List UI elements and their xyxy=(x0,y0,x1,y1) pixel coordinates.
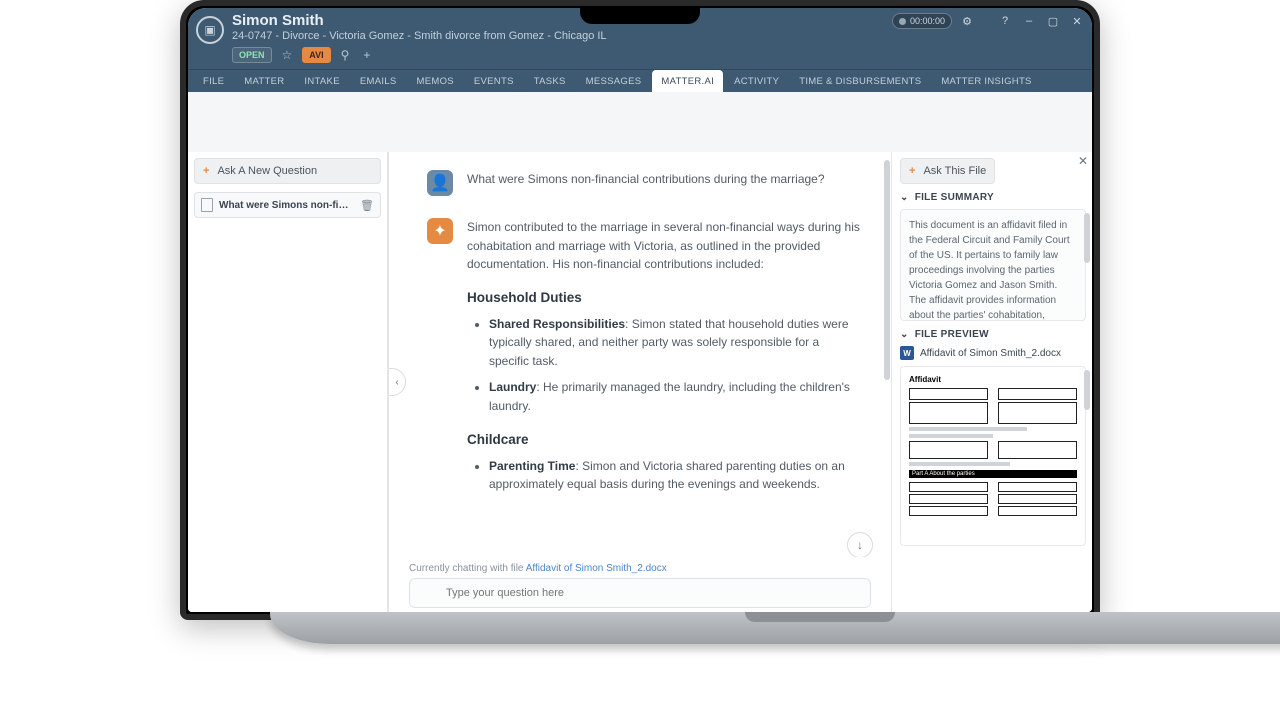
document-icon xyxy=(201,198,213,212)
tab-time-disbursements[interactable]: TIME & DISBURSEMENTS xyxy=(790,70,930,92)
ai-message: Simon contributed to the marriage in sev… xyxy=(467,218,861,502)
tab-matter-ai[interactable]: MATTER.AI xyxy=(652,70,723,92)
file-summary-text: This document is an affidavit filed in t… xyxy=(900,209,1086,321)
scroll-to-bottom-button[interactable]: ↓ xyxy=(847,532,873,558)
matter-subtitle: 24-0747 - Divorce - Victoria Gomez - Smi… xyxy=(232,30,1084,42)
help-icon[interactable]: ? xyxy=(996,12,1014,30)
chat-panel: ‹ 👤 What were Simons non-financial contr… xyxy=(388,152,892,612)
matter-icon: ▣ xyxy=(196,16,224,44)
maximize-icon[interactable]: ▢ xyxy=(1044,12,1062,30)
ask-this-file-button[interactable]: + Ask This File xyxy=(900,158,995,184)
plus-icon: + xyxy=(203,165,209,177)
close-window-icon[interactable]: ✕ xyxy=(1068,12,1086,30)
tab-emails[interactable]: EMAILS xyxy=(351,70,406,92)
tab-file[interactable]: FILE xyxy=(194,70,233,92)
file-preview-header[interactable]: ⌄ FILE PREVIEW xyxy=(900,329,1086,340)
link-icon[interactable]: ⚲ xyxy=(337,48,354,62)
chat-input[interactable] xyxy=(409,578,871,608)
minimize-icon[interactable]: – xyxy=(1020,12,1038,30)
settings-icon[interactable]: ⚙ xyxy=(958,12,976,30)
user-avatar-icon: 👤 xyxy=(427,170,453,196)
tab-tasks[interactable]: TASKS xyxy=(525,70,575,92)
tab-matter[interactable]: MATTER xyxy=(235,70,293,92)
chevron-down-icon: ⌄ xyxy=(900,192,909,203)
tab-bar: FILEMATTERINTAKEEMAILSMEMOSEVENTSTASKSME… xyxy=(188,69,1092,92)
file-name-row[interactable]: Affidavit of Simon Smith_2.docx xyxy=(900,346,1086,360)
document-preview[interactable]: Affidavit Part A About the parties xyxy=(900,366,1086,546)
tab-events[interactable]: EVENTS xyxy=(465,70,523,92)
chat-context: Currently chatting with file Affidavit o… xyxy=(409,563,871,574)
ask-new-question-button[interactable]: + Ask A New Question xyxy=(194,158,381,184)
status-badge[interactable]: OPEN xyxy=(232,47,272,63)
question-history-item[interactable]: What were Simons non-financial con… 🗑 xyxy=(194,192,381,218)
questions-sidebar: + Ask A New Question What were Simons no… xyxy=(188,152,388,612)
scrollbar-thumb[interactable] xyxy=(1084,370,1090,410)
favorite-icon[interactable]: ☆ xyxy=(278,48,297,62)
chevron-down-icon: ⌄ xyxy=(900,329,909,340)
word-file-icon xyxy=(900,346,914,360)
file-summary-header[interactable]: ⌄ FILE SUMMARY xyxy=(900,192,1086,203)
tab-memos[interactable]: MEMOS xyxy=(408,70,463,92)
tab-intake[interactable]: INTAKE xyxy=(295,70,348,92)
delete-icon[interactable]: 🗑 xyxy=(360,199,374,212)
add-icon[interactable]: + xyxy=(359,48,374,62)
scrollbar-thumb[interactable] xyxy=(1084,213,1090,263)
tab-messages[interactable]: MESSAGES xyxy=(577,70,651,92)
user-message: What were Simons non-financial contribut… xyxy=(467,170,825,196)
close-panel-icon[interactable]: ✕ xyxy=(1078,154,1088,168)
tab-matter-insights[interactable]: MATTER INSIGHTS xyxy=(932,70,1040,92)
tab-activity[interactable]: ACTIVITY xyxy=(725,70,788,92)
avi-badge[interactable]: AVI xyxy=(302,47,330,63)
plus-icon: + xyxy=(909,165,915,177)
timer-pill[interactable]: 00:00:00 xyxy=(892,13,952,29)
context-file-link[interactable]: Affidavit of Simon Smith_2.docx xyxy=(526,563,667,574)
ai-avatar-icon: ✦ xyxy=(427,218,453,244)
file-panel: ✕ + Ask This File ⌄ FILE SUMMARY This do… xyxy=(892,152,1092,612)
